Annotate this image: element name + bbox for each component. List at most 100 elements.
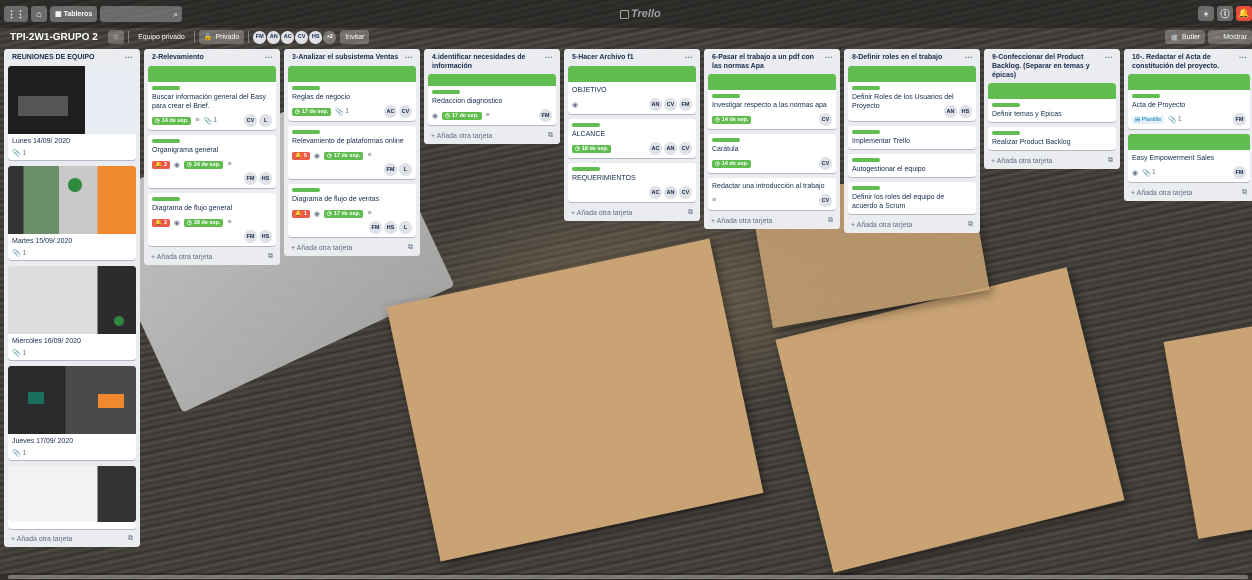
list-item[interactable]: ALCANCE ◷ 18 de sep. AC AN CV [568,119,696,158]
list-item[interactable]: Diagrama de flujo general 🔔 3 ◉ ◷ 28 de se… [148,193,276,246]
list-item[interactable]: Easy Empowerment Sales ◉ 📎 1 FM [1128,134,1250,182]
list-header[interactable]: 6-Pasar el trabajo a un pdf con las norm… [708,49,836,74]
add-card-button[interactable]: + Añada otra tarjeta ⧉ [568,207,696,217]
template-icon[interactable]: ⧉ [968,221,973,229]
template-icon[interactable]: ⧉ [828,217,833,225]
avatar[interactable]: CV [664,98,677,111]
template-icon[interactable]: ⧉ [268,253,273,261]
add-card-button[interactable]: + Añada otra tarjeta ⧉ [288,242,416,252]
list-item[interactable]: Definir Roles de los Usuarios del Proyec… [848,66,976,121]
avatar[interactable]: AC [281,30,295,44]
due-date-badge[interactable]: ◷ 17 de sep. [442,111,482,120]
info-icon[interactable]: ⓘ [1217,6,1233,21]
privacy-button[interactable]: 🔒 Privado [198,30,245,44]
list-item[interactable]: Martes 15/09/ 2020 📎 1 [8,166,136,260]
team-button[interactable]: Equipo privado [133,30,190,44]
trello-logo[interactable]: Trello [620,8,661,20]
template-icon[interactable]: ⧉ [1108,157,1113,165]
list-item[interactable]: Autogestionar el equipo [848,154,976,177]
avatar[interactable]: CV [244,114,257,127]
template-icon[interactable]: ⧉ [408,244,413,252]
list-menu-icon[interactable]: ··· [685,53,693,62]
due-date-badge[interactable]: ◷ 14 de sep. [712,159,752,168]
due-date-badge[interactable]: ◷ 28 de sep. [184,218,224,227]
list-menu-icon[interactable]: ··· [1239,53,1247,62]
avatar[interactable]: FM [1233,113,1246,126]
list-item[interactable]: Acta de Proyecto ▤ Plantilla 📎 1 FM [1128,74,1250,129]
list-item[interactable]: Redactar una introducción al trabajo ≡ C… [708,178,836,210]
list-menu-icon[interactable]: ··· [545,53,553,62]
avatar[interactable]: FM [679,98,692,111]
avatar[interactable]: L [399,163,412,176]
add-card-button[interactable]: + Añada otra tarjeta ⧉ [708,215,836,225]
list-menu-icon[interactable]: ··· [965,53,973,62]
avatar[interactable]: AC [649,186,662,199]
avatar[interactable]: HS [309,30,323,44]
list-item[interactable]: Carátula ◷ 14 de sep. CV [708,134,836,173]
list-header[interactable]: REUNIONES DE EQUIPO ··· [8,49,136,66]
list-item[interactable]: Definir temas y Epicas [988,83,1116,122]
avatar[interactable]: FM [244,172,257,185]
list-item[interactable]: Diagrama de flujo de ventas 🔔 1 ◉ ◷ 17 de … [288,184,416,237]
add-card-button[interactable]: + Añada otra tarjeta ⧉ [8,533,136,543]
template-icon[interactable]: ⧉ [688,209,693,217]
star-icon[interactable]: ☆ [107,30,125,44]
list-item[interactable]: Buscar información general del Easy para… [148,66,276,130]
due-date-badge[interactable]: ◷ 17 de sep. [324,209,364,218]
avatar[interactable]: HS [259,172,272,185]
list-header[interactable]: 4.identificar necesidades de información… [428,49,556,74]
list-item[interactable]: Definir los roles del equipo de acuerdo … [848,182,976,214]
add-card-button[interactable]: + Añada otra tarjeta ⧉ [428,130,556,140]
add-card-button[interactable]: + Añada otra tarjeta ⧉ [148,251,276,261]
avatar[interactable]: CV [399,105,412,118]
list-menu-icon[interactable]: ··· [405,53,413,62]
list-menu-icon[interactable]: ··· [265,53,273,62]
avatar[interactable]: FM [244,230,257,243]
avatar[interactable]: AN [664,186,677,199]
show-menu-button[interactable]: ··· Mostrar [1208,30,1252,44]
template-icon[interactable]: ⧉ [1242,189,1247,197]
home-icon[interactable]: ⌂ [31,6,47,22]
avatar[interactable]: L [259,114,272,127]
list-item[interactable] [8,466,136,529]
avatar[interactable]: CV [819,194,832,207]
template-icon[interactable]: ⧉ [128,535,133,543]
list-menu-icon[interactable]: ··· [1105,53,1113,62]
avatar[interactable]: CV [679,142,692,155]
avatar[interactable]: AC [384,105,397,118]
board-title[interactable]: TPI-2W1-GRUPO 2 [10,32,98,43]
list-item[interactable]: Reglas de negocio ◷ 17 de sep. 📎 1 AC CV [288,66,416,121]
due-date-badge[interactable]: ◷ 17 de sep. [324,151,364,160]
avatar[interactable]: HS [259,230,272,243]
list-item[interactable]: OBJETIVO ◉ AN CV FM [568,66,696,114]
apps-grid-icon[interactable]: ⋮⋮ [4,6,28,22]
list-header[interactable]: 8-Definir roles en el trabajo ··· [848,49,976,66]
list-item[interactable]: Lunes 14/09/ 2020 📎 1 [8,66,136,160]
avatar[interactable]: AN [267,30,281,44]
list-item[interactable]: Implementar Trello [848,126,976,149]
list-item[interactable]: Jueves 17/09/ 2020 📎 1 [8,366,136,460]
butler-button[interactable]: 🤖 Butler [1165,30,1206,44]
due-date-badge[interactable]: ◷ 14 de sep. [152,116,192,125]
template-icon[interactable]: ⧉ [548,132,553,140]
list-header[interactable]: 9-Confeccionar del Product Backlog. (Sep… [988,49,1116,83]
due-date-badge[interactable]: ◷ 14 de sep. [712,115,752,124]
search-input[interactable]: ⌕ [100,6,183,22]
due-date-badge[interactable]: ◷ 18 de sep. [572,144,612,153]
avatar[interactable]: CV [679,186,692,199]
avatar[interactable]: HS [384,221,397,234]
list-item[interactable]: Organigrama general 🔔 3 ◉ ◷ 24 de sep. ≡ F… [148,135,276,188]
scrollbar-thumb[interactable] [8,575,1248,579]
avatar[interactable]: FM [369,221,382,234]
list-menu-icon[interactable]: ··· [125,53,133,62]
list-item[interactable]: Investigar respecto a las normas apa ◷ 14… [708,74,836,129]
due-date-badge[interactable]: ◷ 24 de sep. [184,160,224,169]
list-item[interactable]: Relevamiento de plataformas online 🔔 5 ◉ … [288,126,416,179]
avatar[interactable]: FM [539,109,552,122]
list-menu-icon[interactable]: ··· [825,53,833,62]
list-item[interactable]: Realizar Product Backlog [988,127,1116,150]
due-date-badge[interactable]: ◷ 17 de sep. [292,107,332,116]
avatar[interactable]: FM [253,30,267,44]
avatar[interactable]: CV [295,30,309,44]
add-icon[interactable]: + [1198,6,1214,21]
